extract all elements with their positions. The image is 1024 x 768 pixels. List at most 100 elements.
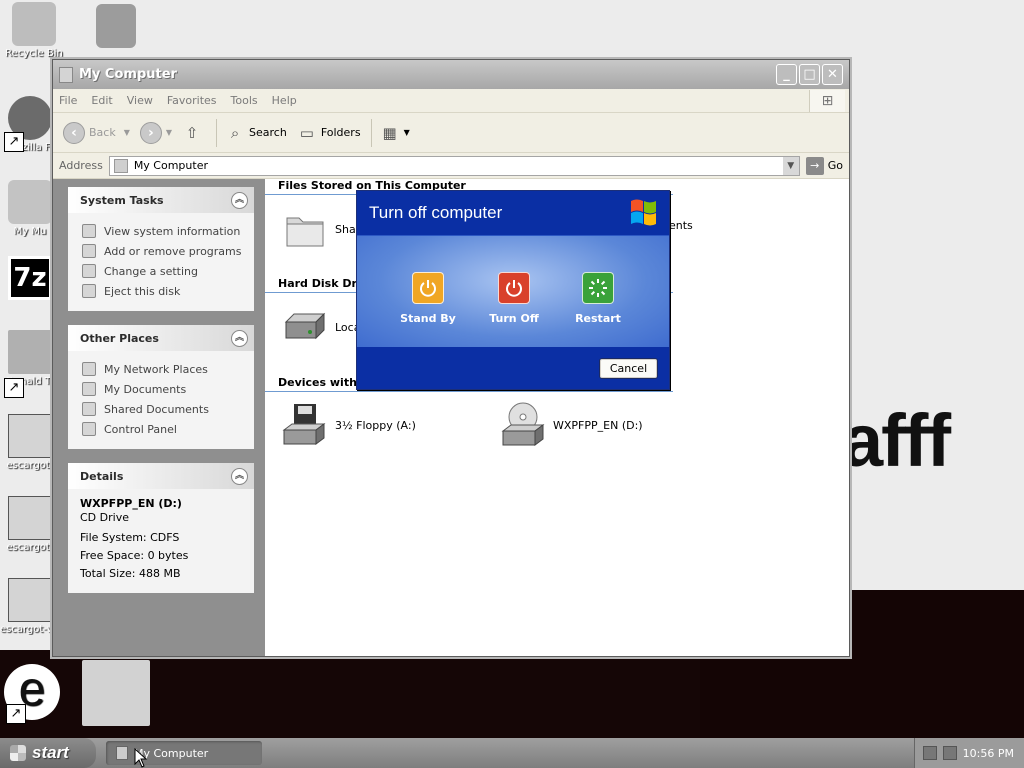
collapse-chevron-icon[interactable]: ︽: [231, 467, 248, 485]
dialog-options-area: Stand By Turn Off Restart: [357, 235, 669, 347]
folder-desktop-icon[interactable]: [82, 660, 150, 728]
dialog-footer: Cancel: [357, 347, 669, 389]
task-add-remove-programs[interactable]: Add or remove programs: [82, 241, 242, 261]
details-panel: Details ︽ WXPFPP_EN (D:) CD Drive File S…: [68, 463, 254, 593]
forward-button[interactable]: › ▼: [139, 121, 172, 144]
restart-button[interactable]: Restart: [563, 272, 633, 325]
toolbar-separator: [370, 118, 372, 147]
collapse-chevron-icon[interactable]: ︽: [231, 329, 248, 347]
details-free-space: Free Space: 0 bytes: [80, 549, 189, 562]
escargot-desktop-icon-1[interactable]: escargot-: [0, 414, 60, 471]
stand-by-button[interactable]: Stand By: [393, 272, 463, 325]
back-button[interactable]: ‹ Back ▼: [63, 121, 130, 144]
menu-view[interactable]: View: [127, 94, 153, 107]
task-change-setting[interactable]: Change a setting: [82, 261, 242, 281]
menu-file[interactable]: File: [59, 94, 77, 107]
go-arrow-icon: →: [805, 156, 824, 175]
shortcut-arrow-icon: ↗: [6, 704, 26, 724]
go-button[interactable]: → Go: [805, 156, 843, 175]
computer-icon: [113, 158, 128, 173]
search-icon: ⌕: [230, 123, 240, 142]
network-tray-icon[interactable]: [922, 746, 937, 760]
details-name: WXPFPP_EN (D:): [80, 497, 182, 510]
windows-logo-icon: [10, 745, 26, 761]
my-music-desktop-icon[interactable]: My Mu: [0, 180, 60, 237]
back-arrow-icon: ‹: [63, 121, 85, 144]
close-button[interactable]: ✕: [822, 64, 843, 85]
menu-help[interactable]: Help: [272, 94, 297, 107]
menu-favorites[interactable]: Favorites: [167, 94, 217, 107]
turn-off-dialog: Turn off computer Stand By Turn Off Rest…: [356, 190, 670, 390]
place-my-documents[interactable]: My Documents: [82, 379, 242, 399]
views-icon: ▦: [382, 123, 397, 142]
window-titlebar[interactable]: My Computer _ □ ✕: [53, 60, 849, 89]
cd-drive-item[interactable]: WXPFPP_EN (D:): [499, 401, 643, 449]
minimize-button[interactable]: _: [776, 64, 797, 85]
maximize-button[interactable]: □: [799, 64, 820, 85]
address-value: My Computer: [133, 159, 208, 172]
details-type: CD Drive: [80, 511, 129, 524]
system-tasks-header[interactable]: System Tasks ︽: [68, 187, 254, 213]
toolbar: ‹ Back ▼ › ▼ ⇧ ⌕ Search ▭ Folders ▦ ▼: [53, 113, 849, 153]
eject-icon: [82, 284, 96, 298]
shared-folder-icon: [82, 402, 96, 416]
mouse-cursor-icon: [134, 748, 148, 768]
monitor-desktop-icon[interactable]: Donald Tr ↗: [0, 330, 60, 398]
recycle-bin-desktop-icon[interactable]: Recycle Bin: [4, 2, 64, 59]
place-control-panel[interactable]: Control Panel: [82, 419, 242, 439]
search-button[interactable]: ⌕ Search: [225, 123, 287, 143]
views-button[interactable]: ▦ ▼: [380, 123, 410, 143]
hard-disk-icon: [281, 303, 329, 351]
turn-off-button[interactable]: Turn Off: [479, 272, 549, 325]
floppy-drive-item[interactable]: 3½ Floppy (A:): [281, 401, 416, 449]
address-label: Address: [59, 159, 103, 172]
dialog-title: Turn off computer: [369, 203, 503, 222]
control-panel-icon: [82, 422, 96, 436]
dialog-header: Turn off computer: [357, 191, 669, 235]
cd-drive-icon: [499, 401, 547, 449]
details-filesystem: File System: CDFS: [80, 531, 180, 544]
start-button[interactable]: start: [0, 738, 96, 768]
address-dropdown-button[interactable]: ▼: [782, 156, 799, 175]
taskbar: start My Computer 10:56 PM: [0, 738, 1024, 768]
standby-icon: [412, 272, 444, 304]
taskbar-item-my-computer[interactable]: My Computer: [106, 741, 262, 765]
settings-icon: [82, 264, 96, 278]
folders-button[interactable]: ▭ Folders: [297, 123, 361, 143]
mozilla-desktop-icon[interactable]: Mozilla Fi ↗: [0, 96, 60, 153]
internet-explorer-desktop-icon[interactable]: e ↗: [2, 664, 62, 724]
clock: 10:56 PM: [962, 746, 1014, 760]
7zip-desktop-icon[interactable]: 7z: [0, 256, 60, 302]
brushes-desktop-icon[interactable]: [86, 4, 146, 50]
cancel-button[interactable]: Cancel: [599, 358, 658, 379]
up-button[interactable]: ⇧: [182, 123, 206, 143]
menu-edit[interactable]: Edit: [91, 94, 112, 107]
escargot-desktop-icon-2[interactable]: escargot-: [0, 496, 60, 553]
task-view-system-info[interactable]: View system information: [82, 221, 242, 241]
windows-logo-icon: ⊞: [809, 90, 845, 112]
address-bar: Address My Computer ▼ → Go: [53, 153, 849, 179]
folders-icon: ▭: [299, 123, 314, 142]
system-info-icon: [82, 224, 96, 238]
task-eject-disk[interactable]: Eject this disk: [82, 281, 242, 301]
menu-tools[interactable]: Tools: [231, 94, 258, 107]
volume-tray-icon[interactable]: [942, 746, 957, 760]
computer-icon: [116, 746, 128, 760]
system-tray: 10:56 PM: [914, 738, 1024, 768]
window-title: My Computer: [79, 67, 177, 82]
place-shared-documents[interactable]: Shared Documents: [82, 399, 242, 419]
collapse-chevron-icon[interactable]: ︽: [231, 191, 248, 209]
address-input[interactable]: My Computer ▼: [108, 155, 800, 176]
my-documents-icon: [82, 382, 96, 396]
floppy-drive-icon: [281, 401, 329, 449]
chevron-down-icon: ▼: [403, 128, 410, 137]
place-network[interactable]: My Network Places: [82, 359, 242, 379]
system-tasks-panel: System Tasks ︽ View system information A…: [68, 187, 254, 311]
escargot-desktop-icon-3[interactable]: escargot-win: [0, 578, 60, 635]
documents-item-tail[interactable]: ents: [669, 219, 693, 232]
shortcut-arrow-icon: ↗: [4, 132, 24, 152]
other-places-header[interactable]: Other Places ︽: [68, 325, 254, 351]
details-header[interactable]: Details ︽: [68, 463, 254, 489]
wallpaper-text: afff: [842, 399, 951, 482]
folder-up-icon: ⇧: [185, 123, 199, 142]
